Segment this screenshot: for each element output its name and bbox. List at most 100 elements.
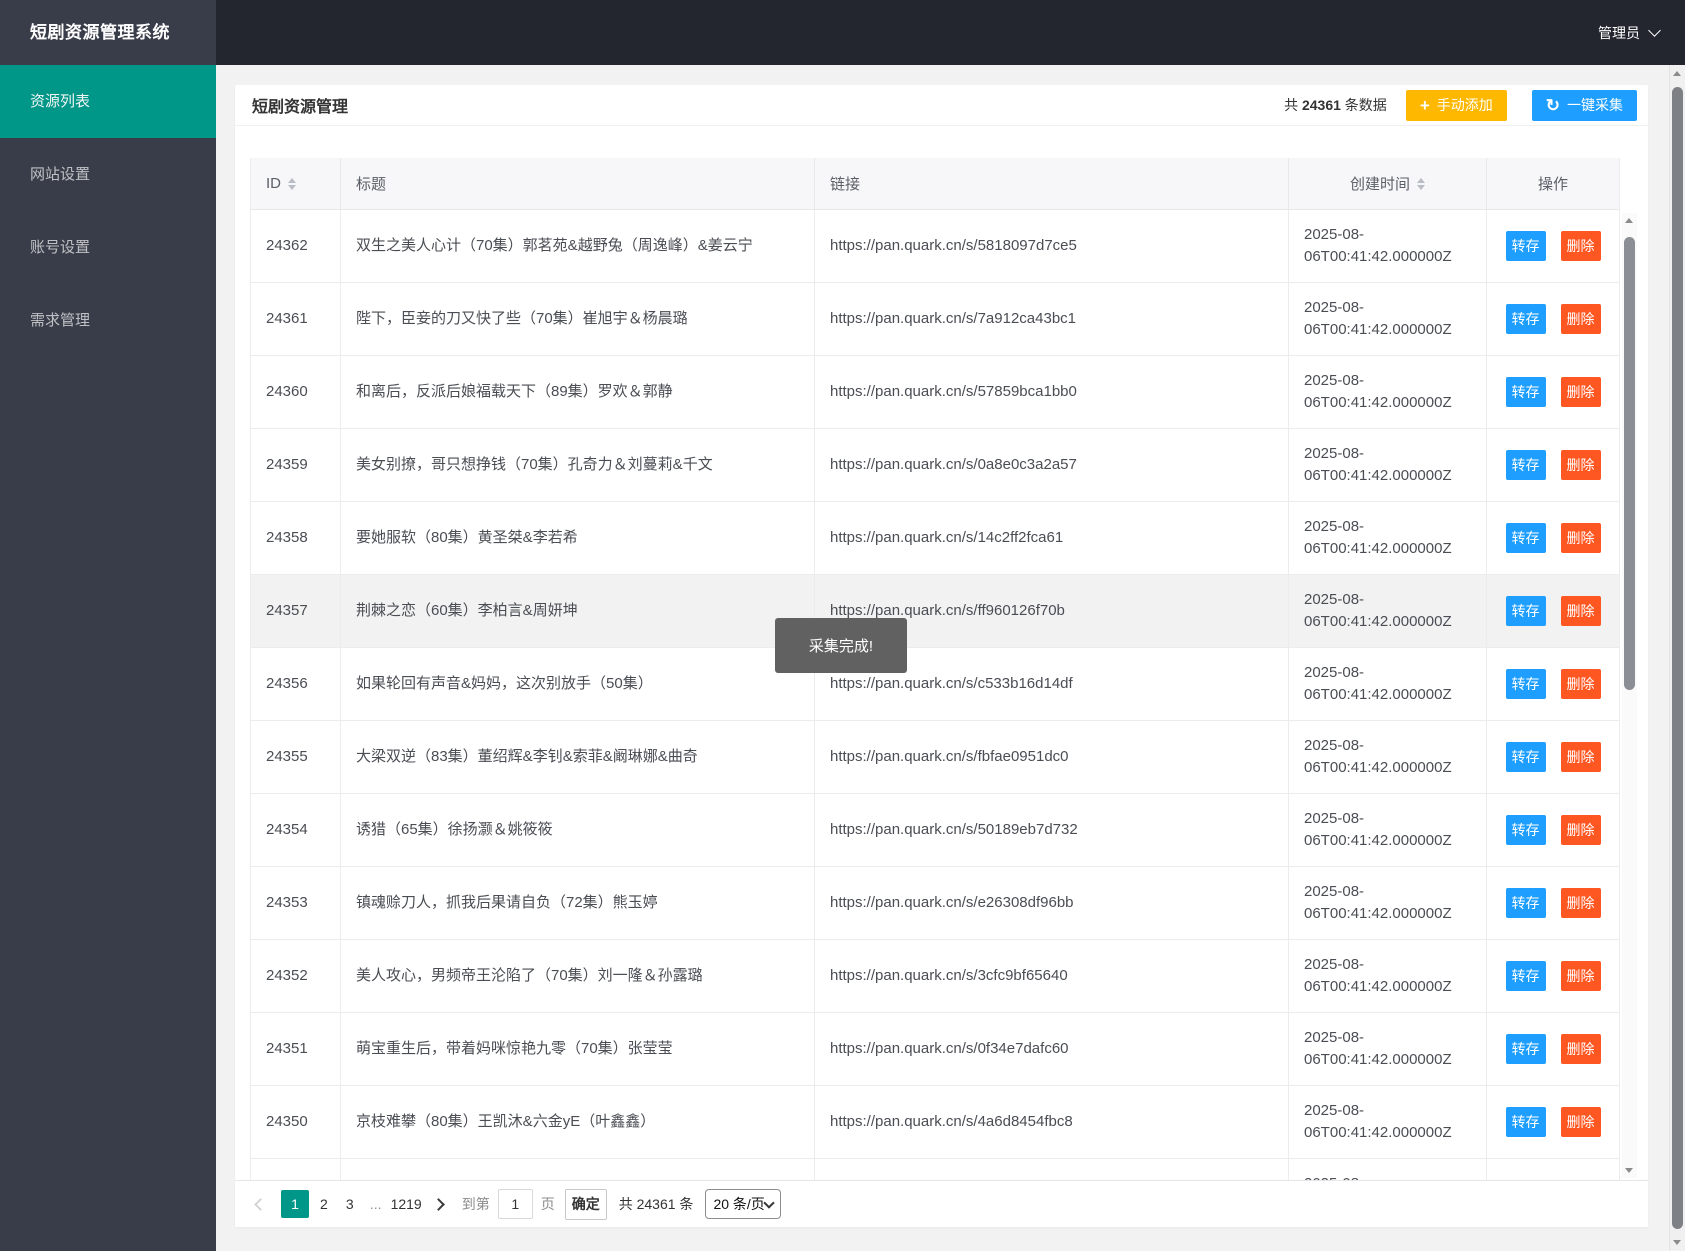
table-row: 24350 京枝难攀（80集）王凯沐&六金yE（叶鑫鑫） https://pan… xyxy=(251,1086,1619,1159)
delete-button[interactable]: 删除 xyxy=(1560,596,1601,626)
cell-title: 诱猎（65集）徐扬灏＆姚筱筱 xyxy=(341,794,815,866)
cell-id: 24356 xyxy=(251,648,341,720)
delete-button[interactable]: 删除 xyxy=(1560,742,1601,772)
table-row: 24356 如果轮回有声音&妈妈，这次别放手（50集） https://pan.… xyxy=(251,648,1619,721)
delete-button[interactable]: 删除 xyxy=(1560,377,1601,407)
delete-button[interactable]: 删除 xyxy=(1560,669,1601,699)
table-row: 24359 美女别撩，哥只想挣钱（70集）孔奇力＆刘蔓莉&千文 https://… xyxy=(251,429,1619,502)
column-header-label: 标题 xyxy=(356,176,387,193)
page-scrollbar[interactable] xyxy=(1669,65,1685,1251)
save-button[interactable]: 转存 xyxy=(1505,742,1546,772)
page-number[interactable]: 2 xyxy=(313,1190,335,1218)
sidebar-item[interactable]: 需求管理 xyxy=(0,284,216,357)
sidebar-item[interactable]: 账号设置 xyxy=(0,211,216,284)
page-size-select[interactable]: 20 条/页 xyxy=(705,1189,782,1219)
chevron-down-icon xyxy=(763,1196,776,1209)
goto-page-input[interactable] xyxy=(497,1189,533,1219)
cell-title: 陛下，臣妾的刀又快了些（70集）崔旭宇＆杨晨璐 xyxy=(341,283,815,355)
prev-page-button[interactable] xyxy=(249,1197,271,1211)
delete-button[interactable]: 删除 xyxy=(1560,1034,1601,1064)
chevron-right-icon xyxy=(432,1197,446,1211)
save-button[interactable]: 转存 xyxy=(1505,596,1546,626)
cell-created: 2025-08-06T00:41:42.000000Z xyxy=(1289,575,1487,647)
cell-link: https://pan.quark.cn/s/3cfc9bf65640 xyxy=(815,940,1289,1012)
app-brand: 短剧资源管理系统 xyxy=(0,0,216,65)
cell-title: 和离后，反派后娘福载天下（89集）罗欢＆郭静 xyxy=(341,356,815,428)
sidebar: 资源列表 网站设置 账号设置 需求管理 xyxy=(0,65,216,1251)
save-button[interactable]: 转存 xyxy=(1505,377,1546,407)
cell-id: 24362 xyxy=(251,210,341,282)
collect-label: 一键采集 xyxy=(1567,97,1623,113)
column-header: 链接 xyxy=(815,158,1289,209)
column-header-label: 链接 xyxy=(830,176,861,193)
column-header[interactable]: ID xyxy=(251,158,341,209)
delete-button[interactable]: 删除 xyxy=(1560,815,1601,845)
page-title: 短剧资源管理 xyxy=(252,99,349,116)
save-button[interactable]: 转存 xyxy=(1505,1034,1546,1064)
sidebar-item[interactable]: 资源列表 xyxy=(0,65,216,138)
column-header: 操作 xyxy=(1487,158,1619,209)
cell-title: 萌宝重生后，带着妈咪惊艳九零（70集）张莹莹 xyxy=(341,1013,815,1085)
cell-actions: 转存 删除 xyxy=(1487,794,1619,866)
goto-label: 到第 xyxy=(461,1196,490,1212)
column-header-label: ID xyxy=(266,175,281,192)
scroll-up-icon[interactable] xyxy=(1673,71,1681,76)
cell-title: 要她服软（80集）黄圣桀&李若希 xyxy=(341,502,815,574)
sidebar-item[interactable]: 网站设置 xyxy=(0,138,216,211)
delete-button[interactable]: 删除 xyxy=(1560,523,1601,553)
cell-actions: 转存 删除 xyxy=(1487,648,1619,720)
table-row: 2025-08-06T00:41:42.000000Z 转存 删除 xyxy=(251,1159,1619,1180)
cell-created: 2025-08-06T00:41:42.000000Z xyxy=(1289,210,1487,282)
manual-add-button[interactable]: + 手动添加 xyxy=(1405,89,1507,121)
delete-button[interactable]: 删除 xyxy=(1560,304,1601,334)
delete-button[interactable]: 删除 xyxy=(1560,1107,1601,1137)
delete-button[interactable]: 删除 xyxy=(1560,888,1601,918)
save-button[interactable]: 转存 xyxy=(1505,669,1546,699)
cell-id: 24351 xyxy=(251,1013,341,1085)
manual-add-label: 手动添加 xyxy=(1436,97,1493,113)
delete-button[interactable]: 删除 xyxy=(1560,961,1601,991)
total-records: 共 24361 条 xyxy=(618,1196,694,1212)
save-button[interactable]: 转存 xyxy=(1505,450,1546,480)
page-number[interactable]: 1219 xyxy=(391,1190,422,1218)
cell-title: 美女别撩，哥只想挣钱（70集）孔奇力＆刘蔓莉&千文 xyxy=(341,429,815,501)
cell-link: https://pan.quark.cn/s/4a6d8454fbc8 xyxy=(815,1086,1289,1158)
table-scrollbar-thumb[interactable] xyxy=(1624,237,1635,690)
save-button[interactable]: 转存 xyxy=(1505,888,1546,918)
save-button[interactable]: 转存 xyxy=(1505,523,1546,553)
cell-title: 如果轮回有声音&妈妈，这次别放手（50集） xyxy=(341,648,815,720)
save-button[interactable]: 转存 xyxy=(1505,961,1546,991)
save-button[interactable]: 转存 xyxy=(1505,304,1546,334)
confirm-button[interactable]: 确定 xyxy=(564,1188,607,1220)
page-number[interactable]: 3 xyxy=(339,1190,361,1218)
cell-title: 双生之美人心计（70集）郭茗苑&越野兔（周逸峰）&姜云宁 xyxy=(341,210,815,282)
column-header-label: 操作 xyxy=(1537,176,1568,193)
scroll-down-icon[interactable] xyxy=(1625,1168,1633,1173)
cell-created: 2025-08-06T00:41:42.000000Z xyxy=(1289,1086,1487,1158)
save-button[interactable]: 转存 xyxy=(1505,231,1546,261)
cell-actions: 转存 删除 xyxy=(1487,721,1619,793)
save-button[interactable]: 转存 xyxy=(1505,1107,1546,1137)
refresh-icon: ↻ xyxy=(1545,95,1560,115)
scroll-down-icon[interactable] xyxy=(1673,1240,1681,1245)
table-header-row: ID 标题 链接 创建时间 操作 xyxy=(251,158,1619,210)
cell-actions: 转存 删除 xyxy=(1487,502,1619,574)
delete-button[interactable]: 删除 xyxy=(1560,450,1601,480)
cell-id: 24359 xyxy=(251,429,341,501)
next-page-button[interactable] xyxy=(428,1197,450,1211)
table-row: 24354 诱猎（65集）徐扬灏＆姚筱筱 https://pan.quark.c… xyxy=(251,794,1619,867)
table-row: 24351 萌宝重生后，带着妈咪惊艳九零（70集）张莹莹 https://pan… xyxy=(251,1013,1619,1086)
column-header[interactable]: 创建时间 xyxy=(1289,158,1487,209)
page-scrollbar-thumb[interactable] xyxy=(1672,87,1683,1229)
scroll-up-icon[interactable] xyxy=(1625,218,1633,223)
count-suffix: 条数据 xyxy=(1340,97,1387,113)
page-number[interactable]: 1 xyxy=(281,1190,309,1218)
cell-actions: 转存 删除 xyxy=(1487,867,1619,939)
cell-id: 24357 xyxy=(251,575,341,647)
cell-actions: 转存 删除 xyxy=(1487,429,1619,501)
user-menu[interactable]: 管理员 xyxy=(1598,0,1661,65)
save-button[interactable]: 转存 xyxy=(1505,815,1546,845)
delete-button[interactable]: 删除 xyxy=(1560,231,1601,261)
collect-button[interactable]: ↻ 一键采集 xyxy=(1531,89,1637,121)
table-scrollbar[interactable] xyxy=(1622,213,1637,1178)
